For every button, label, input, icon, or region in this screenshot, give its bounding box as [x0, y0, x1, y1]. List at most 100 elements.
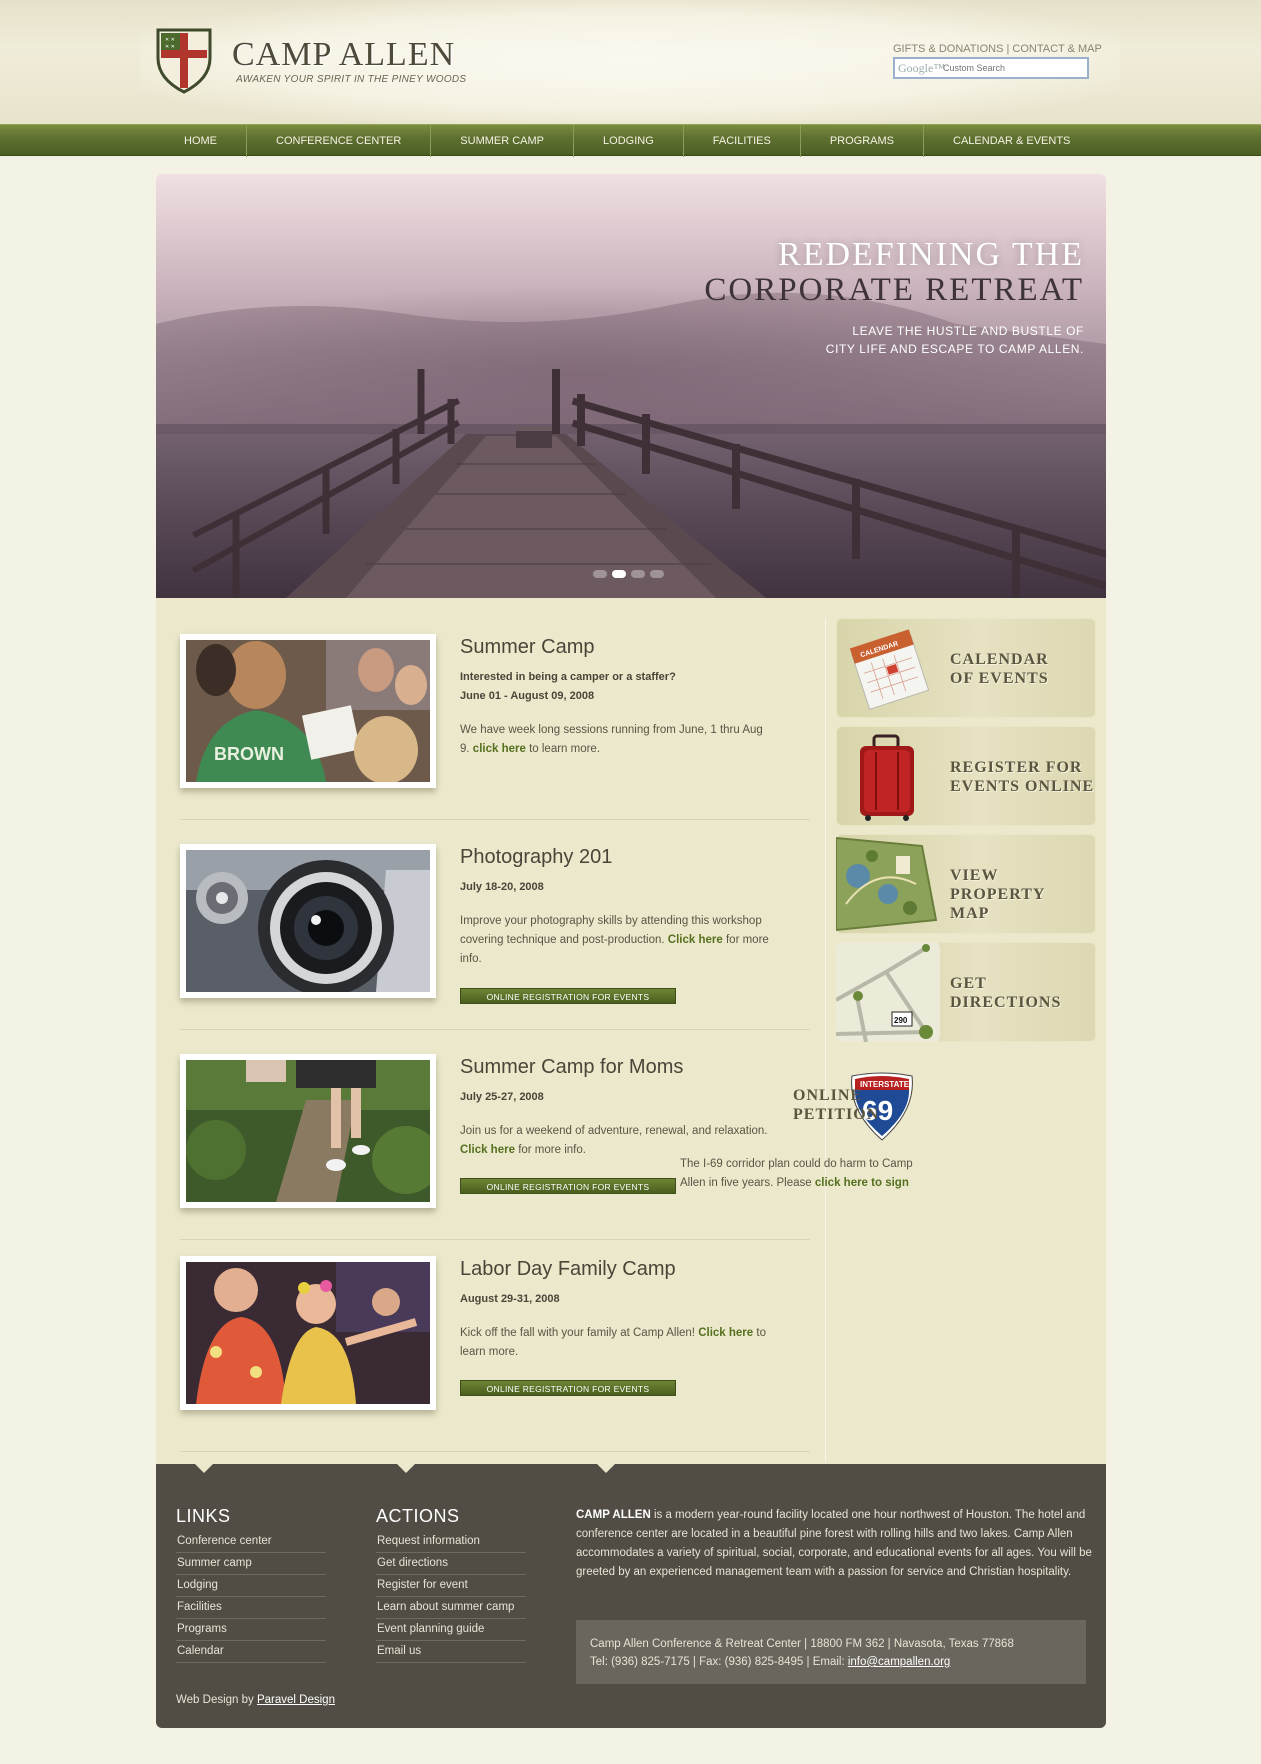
contact-email-link[interactable]: info@campallen.org	[848, 1656, 950, 1668]
event-date: August 29-31, 2008	[460, 1293, 560, 1305]
event-more-link[interactable]: Click here	[668, 934, 723, 946]
slide-dot-4[interactable]	[650, 570, 664, 578]
event-title[interactable]: Summer Camp for Moms	[460, 1056, 683, 1079]
camera-photo	[186, 850, 430, 996]
hero-subtitle: LEAVE THE HUSTLE AND BUSTLE OF CITY LIFE…	[825, 324, 1084, 356]
contact-address: Camp Allen Conference & Retreat Center |…	[590, 1638, 1014, 1650]
event-photo[interactable]: BROWN	[180, 634, 436, 788]
contact-map-link[interactable]: CONTACT & MAP	[1012, 43, 1101, 55]
footer-action-email[interactable]: Email us	[376, 1641, 526, 1663]
footer-about-name: CAMP ALLEN	[576, 1509, 651, 1521]
slide-dot-2[interactable]	[612, 570, 626, 578]
footer-link-programs[interactable]: Programs	[176, 1619, 326, 1641]
hero-banner[interactable]: REDEFINING THE CORPORATE RETREAT LEAVE T…	[156, 174, 1106, 598]
event-desc-tail: for more info.	[518, 1144, 586, 1156]
directions-map-icon: 290	[836, 942, 940, 1042]
footer-notch	[194, 1463, 214, 1473]
nav-item-lodging[interactable]: LODGING	[574, 125, 684, 157]
hero-title-line2: CORPORATE RETREAT	[704, 272, 1084, 308]
property-map-label: VIEW PROPERTY MAP	[950, 867, 1046, 922]
contact-phones: Tel: (936) 825-7175 | Fax: (936) 825-849…	[590, 1656, 845, 1668]
nav-item-programs[interactable]: PROGRAMS	[801, 125, 925, 157]
event-photo[interactable]	[180, 1256, 436, 1410]
online-registration-button[interactable]: ONLINE REGISTRATION FOR EVENTS	[460, 988, 676, 1004]
search-box[interactable]: Google™	[893, 57, 1089, 79]
nav-item-calendar-events[interactable]: CALENDAR & EVENTS	[924, 125, 1099, 157]
family-camp-photo	[186, 1262, 430, 1404]
petition-description: The I-69 corridor plan could do harm to …	[680, 1155, 940, 1201]
site-tagline: AWAKEN YOUR SPIRIT IN THE PINEY WOODS	[236, 74, 467, 85]
site-name: CAMP ALLEN	[232, 36, 456, 73]
nav-items: HOME CONFERENCE CENTER SUMMER CAMP LODGI…	[156, 125, 1099, 157]
event-desc-text: Join us for a weekend of adventure, rene…	[460, 1125, 768, 1137]
footer-about-text: is a modern year-round facility located …	[576, 1509, 1092, 1578]
footer-action-get-directions[interactable]: Get directions	[376, 1553, 526, 1575]
footer-action-request-info[interactable]: Request information	[376, 1531, 526, 1553]
footer-link-lodging[interactable]: Lodging	[176, 1575, 326, 1597]
google-logo: Google™	[898, 61, 946, 75]
column-divider	[825, 618, 826, 1462]
directions-label: GET DIRECTIONS	[950, 975, 1062, 1011]
calendar-of-events-box[interactable]: CALENDAR CALENDAR OF EVENTS	[836, 618, 1096, 718]
register-events-online-box[interactable]: REGISTER FOR EVENTS ONLINE	[836, 726, 1096, 826]
footer-link-summer-camp[interactable]: Summer camp	[176, 1553, 326, 1575]
online-registration-button[interactable]: ONLINE REGISTRATION FOR EVENTS	[460, 1178, 676, 1194]
event-date: June 01 - August 09, 2008	[460, 690, 595, 702]
utility-separator: |	[1006, 43, 1010, 55]
event-photo[interactable]	[180, 844, 436, 998]
credit-link[interactable]: Paravel Design	[257, 1694, 335, 1706]
event-title[interactable]: Photography 201	[460, 846, 612, 869]
footer-action-planning-guide[interactable]: Event planning guide	[376, 1619, 526, 1641]
online-registration-button[interactable]: ONLINE REGISTRATION FOR EVENTS	[460, 1380, 676, 1396]
footer-contact-box: Camp Allen Conference & Retreat Center |…	[576, 1620, 1086, 1684]
event-title[interactable]: Labor Day Family Camp	[460, 1258, 676, 1281]
summer-camp-photo: BROWN	[186, 640, 430, 784]
calendar-label: CALENDAR OF EVENTS	[950, 651, 1049, 687]
hero-title-line1: REDEFINING THE	[778, 236, 1084, 273]
search-input[interactable]	[943, 61, 1083, 75]
nav-item-summer-camp[interactable]: SUMMER CAMP	[431, 125, 575, 157]
online-petition-label[interactable]: ONLINE PETITION	[793, 1086, 879, 1124]
footer-about: CAMP ALLEN is a modern year-round facili…	[576, 1506, 1096, 1582]
nav-item-facilities[interactable]: FACILITIES	[684, 125, 801, 157]
suitcase-icon	[860, 734, 914, 821]
footer-link-facilities[interactable]: Facilities	[176, 1597, 326, 1619]
footer-actions-heading: ACTIONS	[376, 1506, 460, 1526]
event-more-link[interactable]: click here	[473, 743, 526, 755]
site-footer: LINKS Conference center Summer camp Lodg…	[156, 1463, 1106, 1728]
main-nav: HOME CONFERENCE CENTER SUMMER CAMP LODGI…	[0, 124, 1261, 157]
footer-action-summer-camp[interactable]: Learn about summer camp	[376, 1597, 526, 1619]
view-property-map-box[interactable]: VIEW PROPERTY MAP	[836, 834, 1096, 934]
site-logo[interactable]: ✕ ✕ ✕ ✕ CAMP ALLEN AWAKEN YOUR SPIRIT IN…	[156, 28, 476, 108]
get-directions-box[interactable]: 290 GET DIRECTIONS	[836, 942, 1096, 1042]
event-photo[interactable]	[180, 1054, 440, 1208]
event-item: BROWN Summer Camp Interested in being a …	[180, 634, 810, 820]
footer-action-register[interactable]: Register for event	[376, 1575, 526, 1597]
event-description: Kick off the fall with your family at Ca…	[460, 1324, 770, 1362]
footer-links-list: Conference center Summer camp Lodging Fa…	[176, 1531, 326, 1663]
footer-actions-list: Request information Get directions Regis…	[376, 1531, 526, 1663]
footer-notch	[396, 1463, 416, 1473]
petition-sign-link[interactable]: click here to sign	[815, 1177, 909, 1189]
main-content: BROWN Summer Camp Interested in being a …	[156, 598, 1106, 1464]
event-title[interactable]: Summer Camp	[460, 636, 594, 659]
nav-item-home[interactable]: HOME	[156, 125, 247, 157]
event-more-link[interactable]: Click here	[698, 1327, 753, 1339]
contact-phone-line: Tel: (936) 825-7175 | Fax: (936) 825-849…	[590, 1653, 1072, 1671]
utility-links: GIFTS & DONATIONS | CONTACT & MAP	[893, 43, 1102, 55]
credit-text: Web Design by	[176, 1694, 254, 1706]
register-label: REGISTER FOR EVENTS ONLINE	[950, 759, 1095, 795]
property-map-icon	[836, 836, 938, 932]
svg-text:✕ ✕: ✕ ✕	[165, 44, 175, 50]
event-meta: Interested in being a camper or a staffe…	[460, 671, 676, 683]
footer-link-calendar[interactable]: Calendar	[176, 1641, 326, 1663]
slide-dot-3[interactable]	[631, 570, 645, 578]
nav-item-conference-center[interactable]: CONFERENCE CENTER	[247, 125, 432, 157]
footer-credit: Web Design by Paravel Design	[176, 1694, 335, 1706]
event-desc-text: Kick off the fall with your family at Ca…	[460, 1327, 695, 1339]
footer-link-conference-center[interactable]: Conference center	[176, 1531, 326, 1553]
event-more-link[interactable]: Click here	[460, 1144, 515, 1156]
gifts-donations-link[interactable]: GIFTS & DONATIONS	[893, 43, 1003, 55]
slide-dot-1[interactable]	[593, 570, 607, 578]
svg-text:✕ ✕: ✕ ✕	[165, 37, 175, 43]
